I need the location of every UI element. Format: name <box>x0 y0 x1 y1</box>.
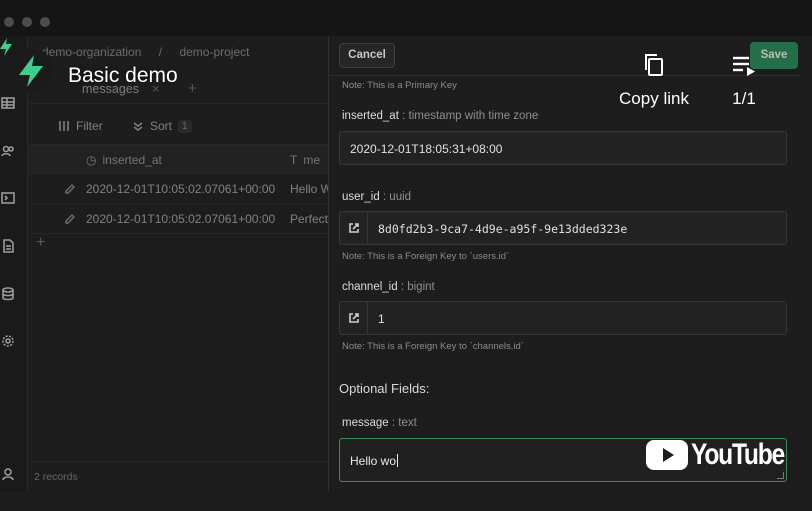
sort-button[interactable]: Sort 1 <box>132 119 192 133</box>
playlist-counter: 1/1 <box>732 89 756 108</box>
inserted-at-input[interactable]: 2020-12-01T18:05:31+08:00 <box>339 131 787 165</box>
field-type: : text <box>391 417 417 429</box>
record-count: 2 records <box>34 471 78 483</box>
playlist-button[interactable]: 1/1 <box>718 52 770 116</box>
text-caret <box>397 454 399 467</box>
user-id-label: user_id : uuid <box>342 191 411 203</box>
column-header-label: me <box>303 153 321 167</box>
window-titlebar <box>0 0 812 36</box>
window-close-dot[interactable] <box>4 17 14 27</box>
cell-message[interactable]: Perfect <box>290 212 328 226</box>
settings-gear-icon[interactable] <box>1 334 15 348</box>
window-minimize-dot[interactable] <box>22 17 32 27</box>
user-account-icon[interactable] <box>1 467 15 481</box>
user-id-fk-note: Note: This is a Foreign Key to `users.id… <box>342 251 510 262</box>
field-type: : timestamp with time zone <box>402 110 539 122</box>
message-value: Hello wo <box>350 454 399 468</box>
message-text: Hello wo <box>350 454 397 468</box>
field-name: inserted_at <box>342 110 399 122</box>
youtube-wordmark: YouTube <box>691 438 785 471</box>
sort-label: Sort <box>150 119 173 133</box>
copy-link-button[interactable]: Copy link <box>612 52 696 116</box>
column-header-inserted-at[interactable]: ◷ inserted_at <box>86 153 162 167</box>
table-row[interactable]: 2020-12-01T10:05:02.07061+00:00 Hello W <box>28 174 332 204</box>
breadcrumb-separator: / <box>158 45 163 59</box>
database-icon[interactable] <box>1 287 15 301</box>
cancel-button[interactable]: Cancel <box>339 43 395 68</box>
copy-link-label: Copy link <box>619 89 689 108</box>
table-view: demo-organization / demo-project message… <box>28 36 332 491</box>
field-name: message <box>342 417 389 429</box>
video-title[interactable]: Basic demo <box>68 64 178 88</box>
sort-chevron-icon <box>133 122 143 131</box>
window-maximize-dot[interactable] <box>40 17 50 27</box>
youtube-logo[interactable]: YouTube <box>646 438 785 472</box>
auth-users-icon[interactable] <box>1 144 15 158</box>
breadcrumb: demo-organization / demo-project <box>42 45 263 59</box>
filter-sliders-icon <box>59 121 69 131</box>
breadcrumb-project[interactable]: demo-project <box>179 45 249 59</box>
external-link-icon[interactable] <box>340 212 368 244</box>
primary-key-note: Note: This is a Primary Key <box>342 80 457 91</box>
api-docs-icon[interactable] <box>1 239 15 253</box>
column-header-label: inserted_at <box>102 153 162 167</box>
copy-icon <box>645 54 663 76</box>
field-type: : uuid <box>382 191 412 203</box>
filter-label: Filter <box>76 119 103 133</box>
cell-inserted-at[interactable]: 2020-12-01T10:05:02.07061+00:00 <box>86 212 275 226</box>
channel-logo[interactable] <box>8 48 54 94</box>
external-link-icon[interactable] <box>340 302 368 334</box>
add-row-icon[interactable]: + <box>36 234 45 252</box>
resize-handle-icon[interactable] <box>777 472 784 479</box>
user-id-input[interactable]: 8d0fd2b3-9ca7-4d9e-a95f-9e13dded323e <box>339 211 787 245</box>
channel-id-value: 1 <box>378 312 385 326</box>
message-label: message : text <box>342 417 417 429</box>
table-footer: 2 records <box>28 461 328 491</box>
sort-count-badge: 1 <box>178 119 192 133</box>
cell-message[interactable]: Hello W <box>290 182 332 196</box>
edit-row-icon[interactable] <box>64 212 76 224</box>
breadcrumb-organization[interactable]: demo-organization <box>42 45 141 59</box>
table-header: ◷ inserted_at T me <box>28 144 328 174</box>
channel-id-input[interactable]: 1 <box>339 301 787 335</box>
filter-button[interactable]: Filter <box>58 119 103 133</box>
sidebar-rail <box>0 36 28 491</box>
optional-fields-heading: Optional Fields: <box>339 381 430 396</box>
playlist-icon <box>733 56 755 76</box>
field-name: user_id <box>342 191 380 203</box>
sql-terminal-icon[interactable] <box>1 191 15 205</box>
field-name: channel_id <box>342 281 398 293</box>
user-id-value: 8d0fd2b3-9ca7-4d9e-a95f-9e13dded323e <box>378 222 628 236</box>
field-type: : bigint <box>400 281 435 293</box>
inserted-at-value: 2020-12-01T18:05:31+08:00 <box>350 142 503 156</box>
table-toolbar: Filter Sort 1 <box>28 112 328 142</box>
channel-id-label: channel_id : bigint <box>342 281 435 293</box>
cell-inserted-at[interactable]: 2020-12-01T10:05:02.07061+00:00 <box>86 182 275 196</box>
column-header-message[interactable]: T me <box>290 153 320 167</box>
add-tab-icon[interactable]: + <box>188 80 197 97</box>
inserted-at-label: inserted_at : timestamp with time zone <box>342 110 538 122</box>
supabase-logo-icon <box>19 55 43 87</box>
youtube-play-icon <box>646 440 688 470</box>
table-row[interactable]: 2020-12-01T10:05:02.07061+00:00 Perfect <box>28 204 328 234</box>
edit-row-icon[interactable] <box>64 182 76 194</box>
table-editor-icon[interactable] <box>1 96 15 110</box>
clock-icon: ◷ <box>86 153 97 167</box>
channel-id-fk-note: Note: This is a Foreign Key to `channels… <box>342 341 524 352</box>
text-type-icon: T <box>290 153 298 167</box>
